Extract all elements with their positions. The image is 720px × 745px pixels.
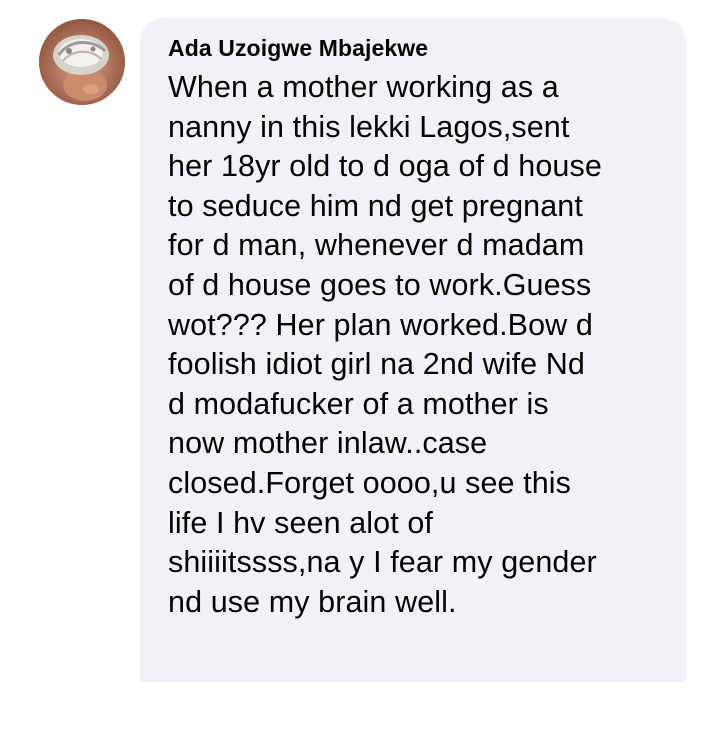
avatar[interactable] <box>39 19 125 105</box>
author-name[interactable]: Ada Uzoigwe Mbajekwe <box>168 34 666 62</box>
comment-bubble: Ada Uzoigwe Mbajekwe When a mother worki… <box>140 18 686 682</box>
profile-photo-icon <box>39 19 125 105</box>
comment-text: When a mother working as a nanny in this… <box>168 70 602 619</box>
comment-row: Ada Uzoigwe Mbajekwe When a mother worki… <box>0 0 720 745</box>
